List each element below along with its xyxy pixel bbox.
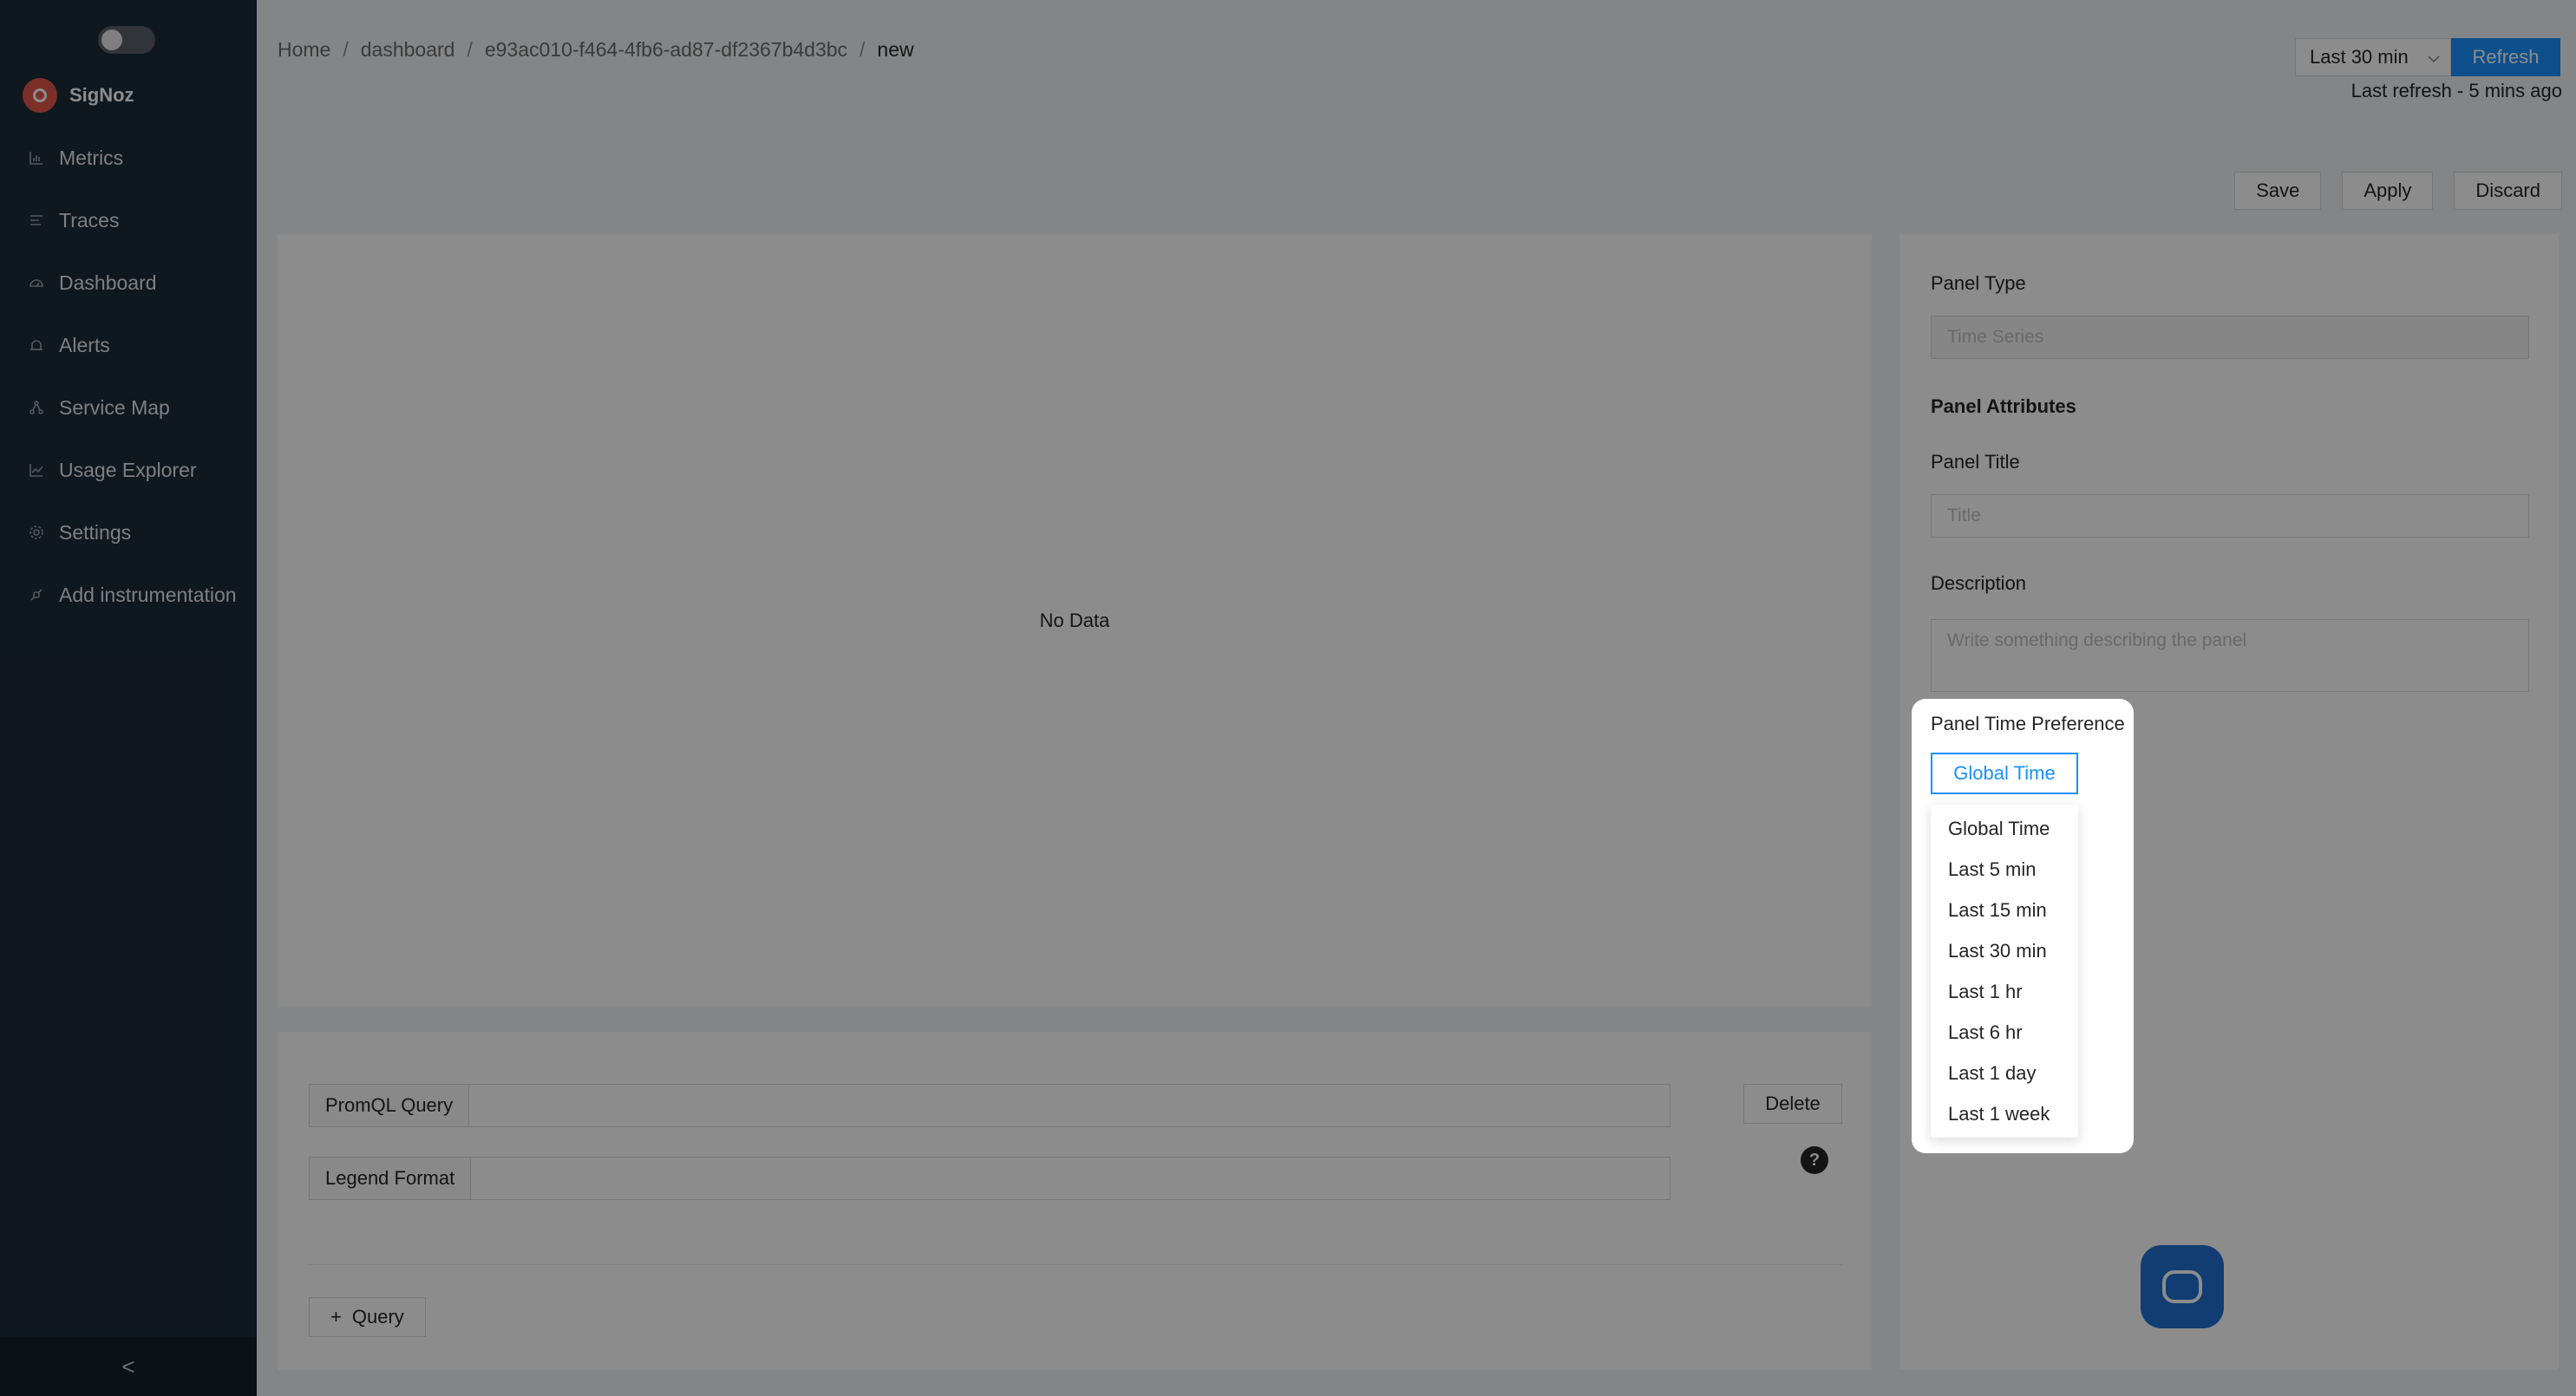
panel-time-preference-label: Panel Time Preference [1931,713,2125,734]
time-option[interactable]: Last 30 min [1931,930,2078,971]
time-option[interactable]: Last 15 min [1931,890,2078,930]
time-option[interactable]: Last 1 week [1931,1093,2078,1134]
panel-time-preference-spotlight: Panel Time Preference Global Time Global… [1912,699,2134,1153]
time-option[interactable]: Last 1 day [1931,1053,2078,1093]
time-option[interactable]: Last 5 min [1931,849,2078,890]
time-preference-menu: Global Time Last 5 min Last 15 min Last … [1931,805,2078,1138]
time-option[interactable]: Last 6 hr [1931,1012,2078,1053]
panel-time-preference-select[interactable]: Global Time [1931,753,2078,794]
time-option[interactable]: Last 1 hr [1931,971,2078,1012]
tour-overlay[interactable] [0,0,2576,1396]
time-option[interactable]: Global Time [1931,808,2078,849]
